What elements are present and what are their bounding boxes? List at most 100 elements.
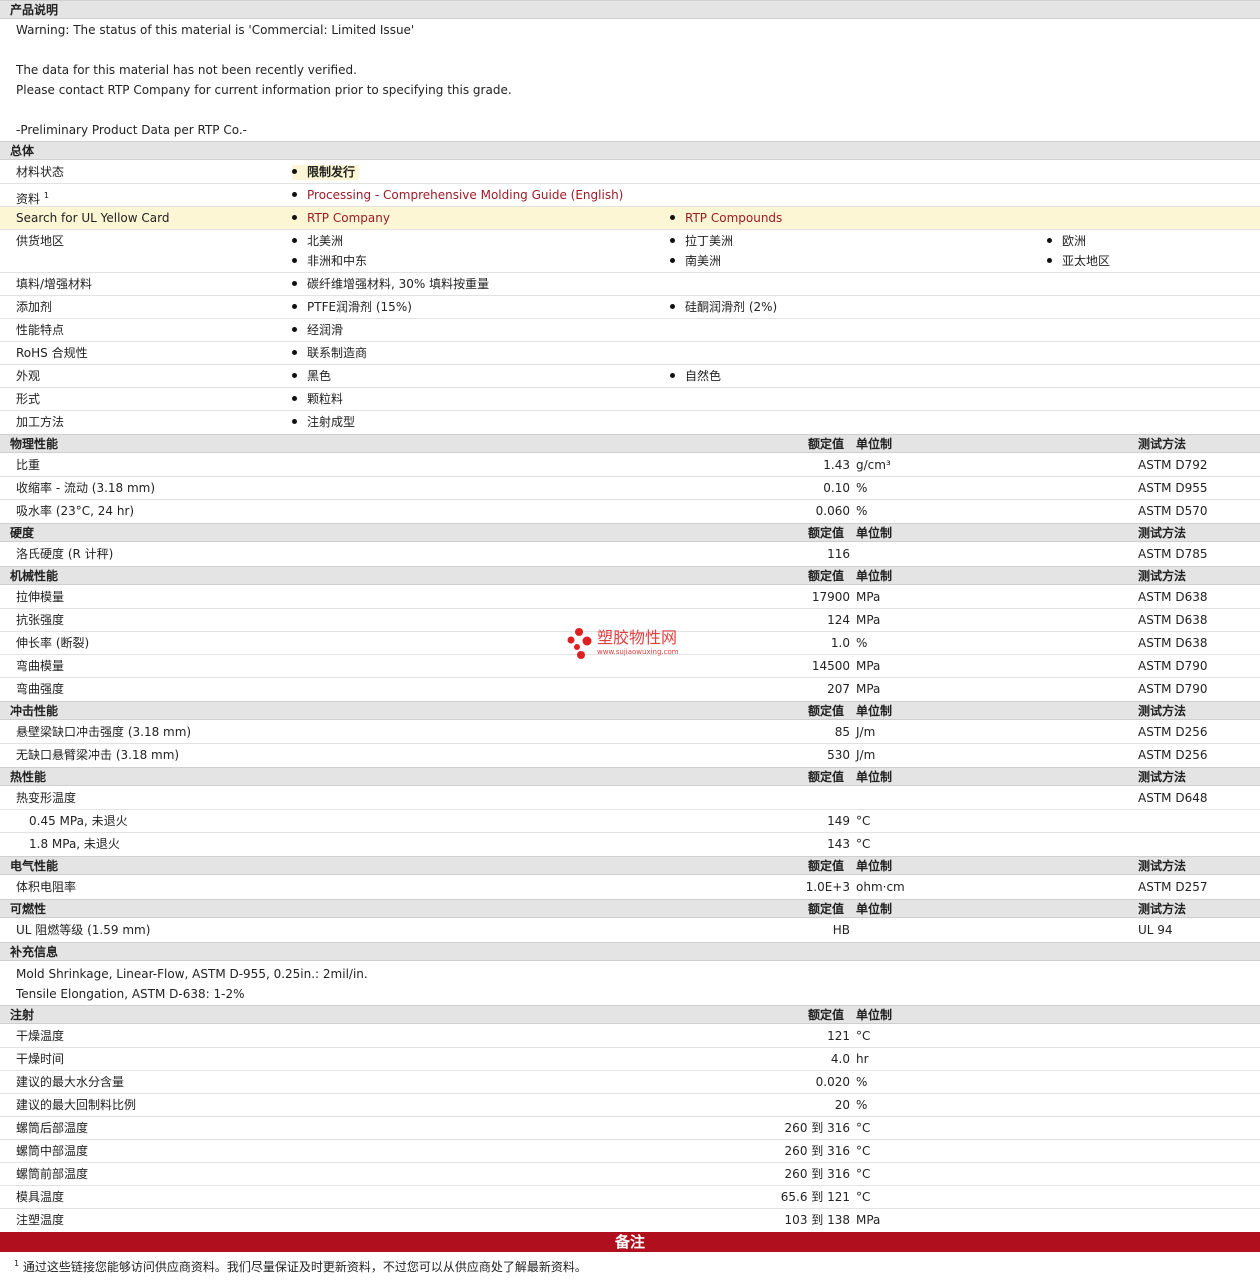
section-hardness: 硬度 额定值 单位制 测试方法 <box>0 523 1260 542</box>
bullet-item: 颗粒料 <box>292 392 343 407</box>
row-label: 干燥温度 <box>16 1029 65 1043</box>
property-row: 螺筒后部温度 260 到 316 °C <box>0 1117 1260 1140</box>
processing-guide-link[interactable]: Processing - Comprehensive Molding Guide… <box>307 188 623 202</box>
rtp-company-link[interactable]: RTP Company <box>307 211 390 225</box>
bullet-item: 联系制造商 <box>292 346 367 361</box>
bullet-icon <box>292 304 297 309</box>
row-label: 性能特点 <box>16 323 65 337</box>
property-row: 热变形温度 ASTM D648 <box>0 787 1260 810</box>
bullet-item: 非洲和中东 <box>292 254 367 269</box>
bullet-item: RTP Compounds <box>670 211 782 226</box>
property-row: UL 阻燃等级 (1.59 mm) HB UL 94 <box>0 919 1260 942</box>
row-value: 0.10 <box>823 481 850 495</box>
general-row-processing: 加工方法 注射成型 <box>0 411 1260 434</box>
bullet-text: 限制发行 <box>307 165 356 179</box>
row-test: ASTM D785 <box>1138 547 1208 561</box>
row-test: ASTM D256 <box>1138 748 1208 762</box>
bullet-icon <box>292 396 297 401</box>
nominal-header: 额定值 <box>808 1008 845 1022</box>
row-test: ASTM D790 <box>1138 659 1208 673</box>
bullet-item: 碳纤维增强材料, 30% 填料按重量 <box>292 277 489 292</box>
section-title: 热性能 <box>10 770 47 784</box>
supplement-line: Tensile Elongation, ASTM D-638: 1-2% <box>16 987 245 1001</box>
property-row: 比重 1.43 g/cm³ ASTM D792 <box>0 454 1260 477</box>
bullet-item: 黑色 <box>292 369 331 384</box>
test-header: 测试方法 <box>1138 569 1187 583</box>
row-test: ASTM D257 <box>1138 880 1208 894</box>
row-test: ASTM D570 <box>1138 504 1208 518</box>
row-unit: °C <box>856 1121 871 1135</box>
row-value: 65.6 到 121 <box>780 1190 850 1204</box>
section-title: 注射 <box>10 1008 35 1022</box>
row-label: 吸水率 (23°C, 24 hr) <box>16 504 135 518</box>
row-label: 材料状态 <box>16 165 65 179</box>
property-row: 无缺口悬臂梁冲击 (3.18 mm) 530 J/m ASTM D256 <box>0 744 1260 767</box>
row-label: UL 阻燃等级 (1.59 mm) <box>16 923 151 937</box>
row-value: 103 到 138 <box>784 1213 850 1227</box>
row-unit: MPa <box>856 613 881 627</box>
row-unit: % <box>856 636 868 650</box>
row-value: 0.020 <box>815 1075 850 1089</box>
property-row: 洛氏硬度 (R 计秤) 116 ASTM D785 <box>0 543 1260 566</box>
row-value: 14500 <box>811 659 850 673</box>
row-label: 伸长率 (断裂) <box>16 636 90 650</box>
row-label: 建议的最大水分含量 <box>16 1075 125 1089</box>
section-physical: 物理性能 额定值 单位制 测试方法 <box>0 434 1260 453</box>
property-row: 收缩率 - 流动 (3.18 mm) 0.10 % ASTM D955 <box>0 477 1260 500</box>
row-test: ASTM D955 <box>1138 481 1208 495</box>
unit-header: 单位制 <box>856 1008 893 1022</box>
watermark-logo: 塑胶物性网 www.sujiaowuxing.com <box>567 627 707 663</box>
row-label: 供货地区 <box>16 234 65 248</box>
unit-header: 单位制 <box>856 859 893 873</box>
section-title: 机械性能 <box>10 569 59 583</box>
section-injection: 注射 额定值 单位制 <box>0 1005 1260 1024</box>
row-unit: °C <box>856 814 871 828</box>
bullet-item: 南美洲 <box>670 254 721 269</box>
row-value: 260 到 316 <box>784 1167 850 1181</box>
general-row-documents: 资料 1 Processing - Comprehensive Molding … <box>0 184 1260 207</box>
bullet-icon <box>670 373 675 378</box>
row-label: 外观 <box>16 369 41 383</box>
property-row: 拉伸模量 17900 MPa ASTM D638 <box>0 586 1260 609</box>
product-description-body: Warning: The status of this material is … <box>0 20 1260 140</box>
bullet-item: 拉丁美洲 <box>670 234 733 249</box>
general-row-filler: 填料/增强材料 碳纤维增强材料, 30% 填料按重量 <box>0 273 1260 296</box>
bullet-icon <box>292 258 297 263</box>
unit-header: 单位制 <box>856 437 893 451</box>
row-label: 注塑温度 <box>16 1213 65 1227</box>
row-label: Search for UL Yellow Card <box>16 211 170 225</box>
bullet-item: 自然色 <box>670 369 721 384</box>
row-value: 121 <box>827 1029 850 1043</box>
bullet-item: PTFE润滑剂 (15%) <box>292 300 412 315</box>
row-label: 悬壁梁缺口冲击强度 (3.18 mm) <box>16 725 192 739</box>
footnote: 1 通过这些链接您能够访问供应商资料。我们尽量保证及时更新资料，不过您可以从供应… <box>14 1259 587 1274</box>
property-row: 螺筒中部温度 260 到 316 °C <box>0 1140 1260 1163</box>
row-label: 加工方法 <box>16 415 65 429</box>
nominal-header: 额定值 <box>808 526 845 540</box>
bullet-item: 北美洲 <box>292 234 343 249</box>
bullet-icon <box>292 373 297 378</box>
bullet-icon <box>292 281 297 286</box>
unit-header: 单位制 <box>856 902 893 916</box>
row-unit: MPa <box>856 1213 881 1227</box>
general-row-rohs: RoHS 合规性 联系制造商 <box>0 342 1260 365</box>
property-row: 悬壁梁缺口冲击强度 (3.18 mm) 85 J/m ASTM D256 <box>0 721 1260 744</box>
bullet-icon <box>292 419 297 424</box>
rtp-compounds-link[interactable]: RTP Compounds <box>685 211 782 225</box>
row-label: 热变形温度 <box>16 791 77 805</box>
general-row-form: 形式 颗粒料 <box>0 388 1260 411</box>
unit-header: 单位制 <box>856 569 893 583</box>
row-test: UL 94 <box>1138 923 1173 937</box>
row-test: ASTM D790 <box>1138 682 1208 696</box>
section-title: 总体 <box>10 144 35 158</box>
row-unit: °C <box>856 837 871 851</box>
desc-line: -Preliminary Product Data per RTP Co.- <box>16 123 247 137</box>
bullet-icon <box>670 215 675 220</box>
nominal-header: 额定值 <box>808 770 845 784</box>
bullet-icon <box>670 258 675 263</box>
row-label: 收缩率 - 流动 (3.18 mm) <box>16 481 156 495</box>
test-header: 测试方法 <box>1138 770 1187 784</box>
row-label: 抗张强度 <box>16 613 65 627</box>
section-product-description: 产品说明 <box>0 0 1260 19</box>
section-thermal: 热性能 额定值 单位制 测试方法 <box>0 767 1260 786</box>
